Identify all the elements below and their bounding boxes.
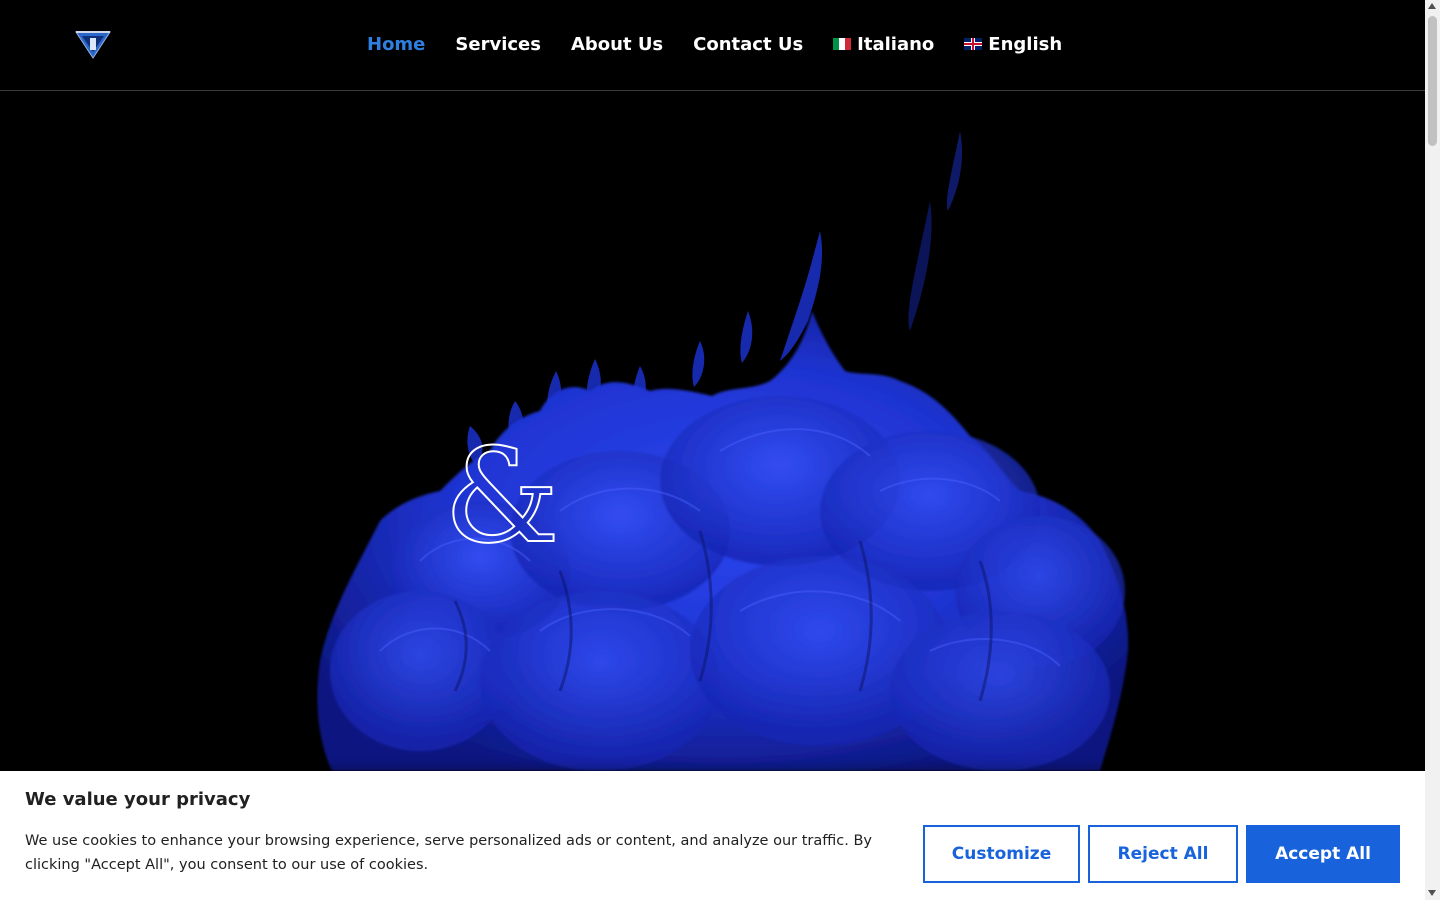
nav-home-link[interactable]: Home [352,34,440,55]
nav-services-link[interactable]: Services [440,34,556,55]
scroll-up-arrow-icon[interactable] [1428,3,1436,9]
scrollbar-thumb[interactable] [1428,16,1437,146]
nav-contact-us-link[interactable]: Contact Us [678,34,818,55]
nav-about-us-link[interactable]: About Us [556,34,678,55]
page-scrollbar[interactable] [1425,0,1440,900]
cookie-consent-banner: We value your privacy We use cookies to … [0,771,1425,900]
customize-button[interactable]: Customize [923,825,1080,883]
scroll-down-arrow-icon[interactable] [1428,890,1436,896]
reject-all-button[interactable]: Reject All [1088,825,1238,883]
page: Home Services About Us Contact Us Italia… [0,0,1425,900]
italy-flag-icon [833,38,852,50]
main-nav: Home Services About Us Contact Us Italia… [352,0,1077,88]
site-logo[interactable] [74,28,112,60]
language-english-label: English [988,33,1063,55]
cookie-banner-text: We use cookies to enhance your browsing … [25,833,872,873]
uk-flag-icon [964,38,983,50]
language-italiano-link[interactable]: Italiano [818,34,949,55]
language-english-link[interactable]: English [949,34,1077,55]
site-header: Home Services About Us Contact Us Italia… [0,0,1425,91]
cookie-banner-title: We value your privacy [25,789,251,810]
accept-all-button[interactable]: Accept All [1246,825,1400,883]
hero-ampersand-glyph: & [443,420,561,572]
language-italiano-label: Italiano [857,33,935,55]
